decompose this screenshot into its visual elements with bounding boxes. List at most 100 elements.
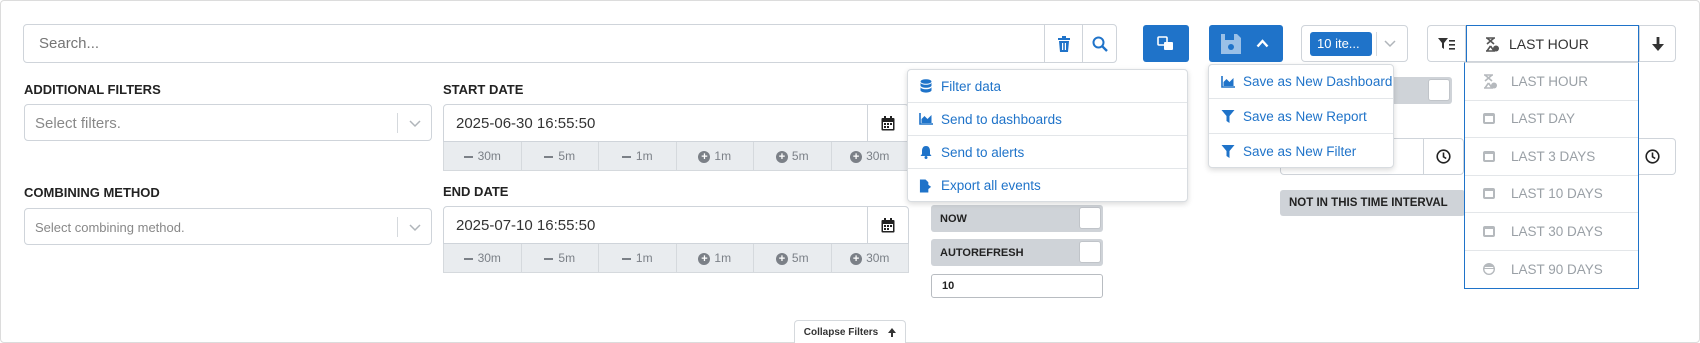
compare-button[interactable] xyxy=(1143,25,1189,62)
end-date-input-group: 2025-07-10 16:55:50 xyxy=(443,206,909,244)
collapse-filters-label: Collapse Filters xyxy=(803,327,879,338)
file-export-icon xyxy=(919,178,932,193)
clear-search-button[interactable] xyxy=(1044,25,1082,62)
archive-icon xyxy=(1483,263,1495,276)
time-option-label: LAST 3 DAYS xyxy=(1511,148,1596,164)
save-menu: Save as New Dashboard Save as New Report… xyxy=(1208,64,1394,168)
menu-item-filter-data[interactable]: Filter data xyxy=(908,70,1187,103)
plus-circle-icon: + xyxy=(775,150,788,163)
menu-item-save-new-filter[interactable]: Save as New Filter xyxy=(1209,134,1393,168)
not-in-interval-toggle[interactable]: NOT IN THIS TIME INTERVAL xyxy=(1280,190,1465,216)
menu-item-save-new-report[interactable]: Save as New Report xyxy=(1209,99,1393,134)
start-plus-5m-button[interactable]: +5m xyxy=(754,142,832,170)
end-plus-30m-button[interactable]: +30m xyxy=(832,244,909,272)
end-date-label: END DATE xyxy=(443,184,509,199)
filter-toggle-button[interactable] xyxy=(1428,26,1466,61)
additional-filters-label: ADDITIONAL FILTERS xyxy=(24,82,161,97)
additional-filters-select[interactable]: Select filters. xyxy=(24,104,432,141)
start-date-adjust-bar: 30m 5m 1m +1m +5m +30m xyxy=(443,142,909,171)
menu-item-send-to-dashboards[interactable]: Send to dashboards xyxy=(908,103,1187,136)
download-button[interactable] xyxy=(1639,26,1675,61)
end-minus-5m-button[interactable]: 5m xyxy=(522,244,599,272)
adjust-label: 5m xyxy=(558,149,576,163)
chevron-down-icon xyxy=(409,120,421,128)
now-toggle-label: NOW xyxy=(940,213,967,225)
start-minus-5m-button[interactable]: 5m xyxy=(522,142,599,170)
time-option-last-90-days[interactable]: LAST 90 DAYS xyxy=(1465,251,1638,289)
hourglass-icon xyxy=(1486,36,1499,52)
search-button[interactable] xyxy=(1082,25,1117,62)
end-minus-30m-button[interactable]: 30m xyxy=(444,244,522,272)
adjust-label: 5m xyxy=(791,251,809,265)
time-option-label: LAST 10 DAYS xyxy=(1511,186,1603,202)
not-in-interval-label: NOT IN THIS TIME INTERVAL xyxy=(1289,197,1448,209)
end-minus-1m-button[interactable]: 1m xyxy=(599,244,677,272)
menu-item-label: Save as New Report xyxy=(1243,108,1367,124)
menu-item-save-new-dashboard[interactable]: Save as New Dashboard xyxy=(1209,65,1393,99)
combining-method-select[interactable]: Select combining method. xyxy=(24,208,432,245)
minus-icon xyxy=(621,257,631,260)
trash-icon xyxy=(1057,35,1070,52)
time-option-last-30-days[interactable]: LAST 30 DAYS xyxy=(1465,213,1638,251)
end-plus-1m-button[interactable]: +1m xyxy=(677,244,754,272)
adjust-label: 1m xyxy=(714,149,732,163)
refresh-interval-value: 10 xyxy=(942,280,955,292)
clock-button[interactable] xyxy=(1423,139,1463,174)
hidden-toggle-knob xyxy=(1428,79,1450,101)
minus-icon xyxy=(544,257,554,260)
now-toggle[interactable]: NOW xyxy=(931,205,1103,232)
time-option-last-hour[interactable]: LAST HOUR xyxy=(1465,63,1638,101)
start-plus-30m-button[interactable]: +30m xyxy=(832,142,909,170)
select-divider xyxy=(1376,32,1377,56)
clock-icon xyxy=(1644,149,1660,164)
time-option-label: LAST 30 DAYS xyxy=(1511,223,1603,239)
start-minus-1m-button[interactable]: 1m xyxy=(599,142,677,170)
collapse-filters-button[interactable]: Collapse Filters xyxy=(794,320,906,343)
adjust-label: 30m xyxy=(477,149,501,163)
chevron-down-icon xyxy=(409,224,421,232)
database-icon xyxy=(920,79,932,93)
time-option-last-10-days[interactable]: LAST 10 DAYS xyxy=(1465,176,1638,213)
start-minus-30m-button[interactable]: 30m xyxy=(444,142,522,170)
bell-icon xyxy=(920,146,932,159)
chevron-up-icon xyxy=(1256,39,1269,48)
menu-item-label: Save as New Filter xyxy=(1243,143,1357,159)
menu-item-label: Send to dashboards xyxy=(941,111,1062,127)
autorefresh-toggle[interactable]: AUTOREFRESH xyxy=(931,239,1103,266)
adjust-label: 1m xyxy=(635,251,653,265)
time-option-label: LAST 90 DAYS xyxy=(1511,261,1603,277)
menu-item-export-all-events[interactable]: Export all events xyxy=(908,169,1187,202)
floppy-disk-icon xyxy=(1221,33,1241,54)
time-option-label: LAST DAY xyxy=(1511,111,1576,127)
items-per-page-select[interactable]: 10 ite... xyxy=(1301,25,1408,62)
arrow-down-icon xyxy=(1651,36,1664,51)
start-plus-1m-button[interactable]: +1m xyxy=(677,142,754,170)
adjust-label: 5m xyxy=(558,251,576,265)
time-range-select[interactable]: LAST HOUR xyxy=(1466,25,1639,62)
save-button[interactable] xyxy=(1209,25,1283,62)
minus-icon xyxy=(463,155,473,158)
time-option-last-3-days[interactable]: LAST 3 DAYS xyxy=(1465,138,1638,176)
autorefresh-toggle-knob xyxy=(1079,241,1101,263)
menu-item-label: Send to alerts xyxy=(941,144,1025,160)
funnel-icon xyxy=(1221,109,1235,123)
calendar-icon xyxy=(1483,113,1495,125)
calendar-icon xyxy=(1483,188,1495,200)
plus-circle-icon: + xyxy=(775,252,788,265)
end-date-calendar-button[interactable] xyxy=(867,207,908,243)
end-date-input[interactable]: 2025-07-10 16:55:50 xyxy=(456,217,595,234)
search-icon xyxy=(1092,36,1108,52)
search-input[interactable] xyxy=(24,25,1044,62)
start-date-calendar-button[interactable] xyxy=(867,105,908,141)
time-option-last-day[interactable]: LAST DAY xyxy=(1465,101,1638,138)
start-date-input[interactable]: 2025-06-30 16:55:50 xyxy=(456,115,595,132)
start-date-input-group: 2025-06-30 16:55:50 xyxy=(443,104,909,142)
end-plus-5m-button[interactable]: +5m xyxy=(754,244,832,272)
time-option-label: LAST HOUR xyxy=(1511,73,1589,89)
area-chart-icon xyxy=(1221,75,1235,88)
adjust-label: 30m xyxy=(866,251,890,265)
autorefresh-toggle-label: AUTOREFRESH xyxy=(940,247,1024,259)
combining-method-label: COMBINING METHOD xyxy=(24,185,160,200)
menu-item-send-to-alerts[interactable]: Send to alerts xyxy=(908,136,1187,169)
refresh-interval-input[interactable]: 10 xyxy=(931,274,1103,298)
